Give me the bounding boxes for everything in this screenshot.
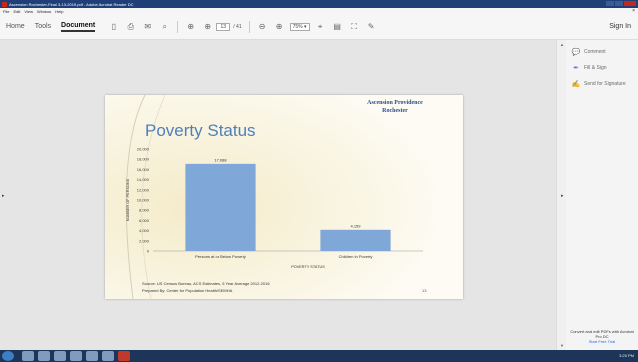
slide-number: 13: [422, 288, 427, 293]
taskbar-app-folder[interactable]: [38, 351, 50, 361]
zoom-in-icon[interactable]: ⊕: [275, 22, 284, 31]
toolbar-divider: [248, 20, 250, 33]
system-clock: 3:25 PM: [619, 353, 634, 358]
y-tick-label: 6,000: [139, 218, 150, 223]
start-button[interactable]: [2, 351, 14, 361]
tab-document[interactable]: Document: [61, 22, 96, 32]
comment-label: Comment: [584, 49, 606, 55]
next-page-icon[interactable]: ⊕: [203, 22, 212, 31]
page-number-input[interactable]: 13: [216, 22, 231, 31]
y-axis-title: NUMBER OF PERSONS: [126, 178, 130, 221]
taskbar-app-acrobat[interactable]: [118, 351, 130, 361]
taskbar-app-word[interactable]: [102, 351, 114, 361]
sign-in-link[interactable]: Sign In: [609, 23, 631, 30]
page-total: / 41: [233, 23, 242, 30]
zoom-select[interactable]: 75% ▾: [289, 22, 310, 31]
menu-help[interactable]: Help: [55, 9, 63, 14]
window-title: Ascension Rochester-Final 3-13-2019.pdf …: [9, 1, 134, 7]
y-tick-label: 10,000: [137, 198, 150, 203]
scroll-up-icon[interactable]: ▲: [560, 42, 564, 47]
start-free-trial-link[interactable]: Start Free Trial: [570, 339, 634, 344]
y-tick-label: 14,000: [137, 177, 150, 182]
pen-icon: ✒: [573, 65, 579, 72]
x-tick-label: Children in Poverty: [339, 254, 373, 259]
y-tick-label: 2,000: [139, 238, 150, 243]
bar: [320, 229, 391, 251]
minimize-button[interactable]: [606, 1, 614, 6]
y-tick-label: 18,000: [137, 157, 150, 162]
send-signature-label: Send for Signature: [584, 81, 626, 87]
print-icon[interactable]: ⎙: [126, 22, 135, 31]
organization-line-2: Rochester: [382, 108, 408, 114]
taskbar-app-chrome[interactable]: [70, 351, 82, 361]
create-pdf-icon[interactable]: ▯: [109, 22, 118, 31]
x-tick-label: Persons at or Below Poverty: [195, 254, 245, 259]
window-controls: [606, 1, 636, 6]
y-tick-label: 16,000: [137, 167, 150, 172]
email-icon[interactable]: ✉: [143, 22, 152, 31]
y-tick-label: 4,000: [139, 228, 150, 233]
collapse-right-pane-icon[interactable]: ▸: [561, 193, 564, 199]
organization-name: Ascension Providence Rochester: [335, 99, 455, 115]
page-view-icon[interactable]: ▤: [333, 22, 342, 31]
full-screen-icon[interactable]: ⛶: [350, 22, 359, 31]
tab-tools[interactable]: Tools: [35, 23, 51, 30]
toolbar: Home Tools Document ▯ ⎙ ✉ ⌕ ⊕ ⊕ 13 / 41 …: [0, 14, 638, 40]
menu-file[interactable]: File: [3, 9, 9, 14]
show-left-pane-icon[interactable]: ▸: [2, 193, 5, 199]
zoom-value: 75%: [292, 23, 303, 30]
acrobat-icon: [2, 1, 7, 7]
prepared-by-note: Prepared By: Center for Population Healt…: [142, 288, 233, 293]
bar-data-label: 4,159: [350, 223, 361, 228]
tab-home[interactable]: Home: [6, 23, 25, 30]
scroll-down-icon[interactable]: ▼: [560, 343, 564, 348]
y-tick-label: 8,000: [139, 208, 150, 213]
signature-icon: ✍: [571, 81, 581, 88]
fill-sign-label: Fill & Sign: [584, 65, 607, 71]
select-tool-icon[interactable]: ⌖: [316, 22, 325, 31]
menu-view[interactable]: View: [24, 9, 33, 14]
bar: [185, 163, 256, 251]
bar-data-label: 17,088: [214, 157, 227, 162]
toolbar-divider: [177, 20, 179, 33]
close-window-button[interactable]: [624, 1, 636, 6]
send-signature-tool[interactable]: ✍ Send for Signature: [572, 80, 626, 88]
comment-icon: 💬: [571, 49, 581, 56]
menu-edit[interactable]: Edit: [13, 9, 20, 14]
y-tick-label: 12,000: [137, 187, 150, 192]
source-note: Source: US Census Bureau, ACS Estimates,…: [142, 281, 270, 286]
y-tick-label: 20,000: [137, 147, 150, 152]
slide-title: Poverty Status: [145, 121, 256, 140]
x-axis-title: POVERTY STATUS: [291, 265, 325, 269]
windows-taskbar: 3:25 PM: [0, 350, 638, 362]
maximize-button[interactable]: [615, 1, 623, 6]
pdf-page: 0 2,000 4,000 6,000 8,000 10,000 12,000 14,000 1…: [105, 95, 463, 299]
taskbar-app-outlook[interactable]: [86, 351, 98, 361]
promo-text: Convert and edit PDFs with Acrobat Pro D…: [570, 329, 634, 339]
tools-pane: 💬 Comment ✒ Fill & Sign ✍ Send for Signa…: [566, 40, 638, 350]
search-icon[interactable]: ⌕: [160, 22, 169, 31]
zoom-out-icon[interactable]: ⊖: [258, 22, 267, 31]
title-bar: Ascension Rochester-Final 3-13-2019.pdf …: [0, 0, 638, 8]
comment-tool[interactable]: 💬 Comment: [572, 48, 606, 56]
previous-page-icon[interactable]: ⊕: [186, 22, 195, 31]
sign-tool-icon[interactable]: ✎: [367, 22, 376, 31]
fill-sign-tool[interactable]: ✒ Fill & Sign: [572, 64, 607, 72]
taskbar-app-media[interactable]: [54, 351, 66, 361]
organization-line-1: Ascension Providence: [367, 100, 423, 106]
upgrade-promo: Convert and edit PDFs with Acrobat Pro D…: [570, 329, 634, 344]
taskbar-app-ie[interactable]: [22, 351, 34, 361]
menu-window[interactable]: Window: [37, 9, 51, 14]
